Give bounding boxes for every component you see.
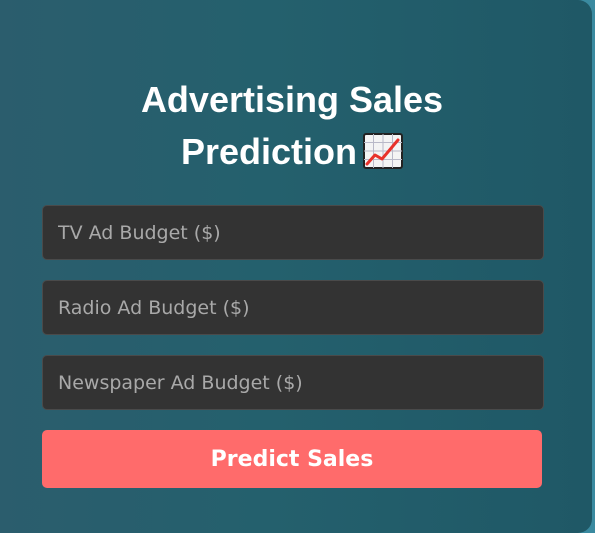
prediction-card: Advertising Sales Prediction Predict Sal… [0,0,592,533]
page-title: Advertising Sales Prediction [0,74,584,178]
tv-budget-input[interactable] [42,205,544,260]
newspaper-budget-input[interactable] [42,355,544,410]
title-line-1: Advertising Sales [140,79,444,120]
radio-budget-input[interactable] [42,280,544,335]
title-line-2: Prediction [180,131,358,172]
chart-increasing-icon [363,131,404,169]
title-line-2-wrap: Prediction [0,126,584,178]
predict-sales-button[interactable]: Predict Sales [42,430,542,488]
